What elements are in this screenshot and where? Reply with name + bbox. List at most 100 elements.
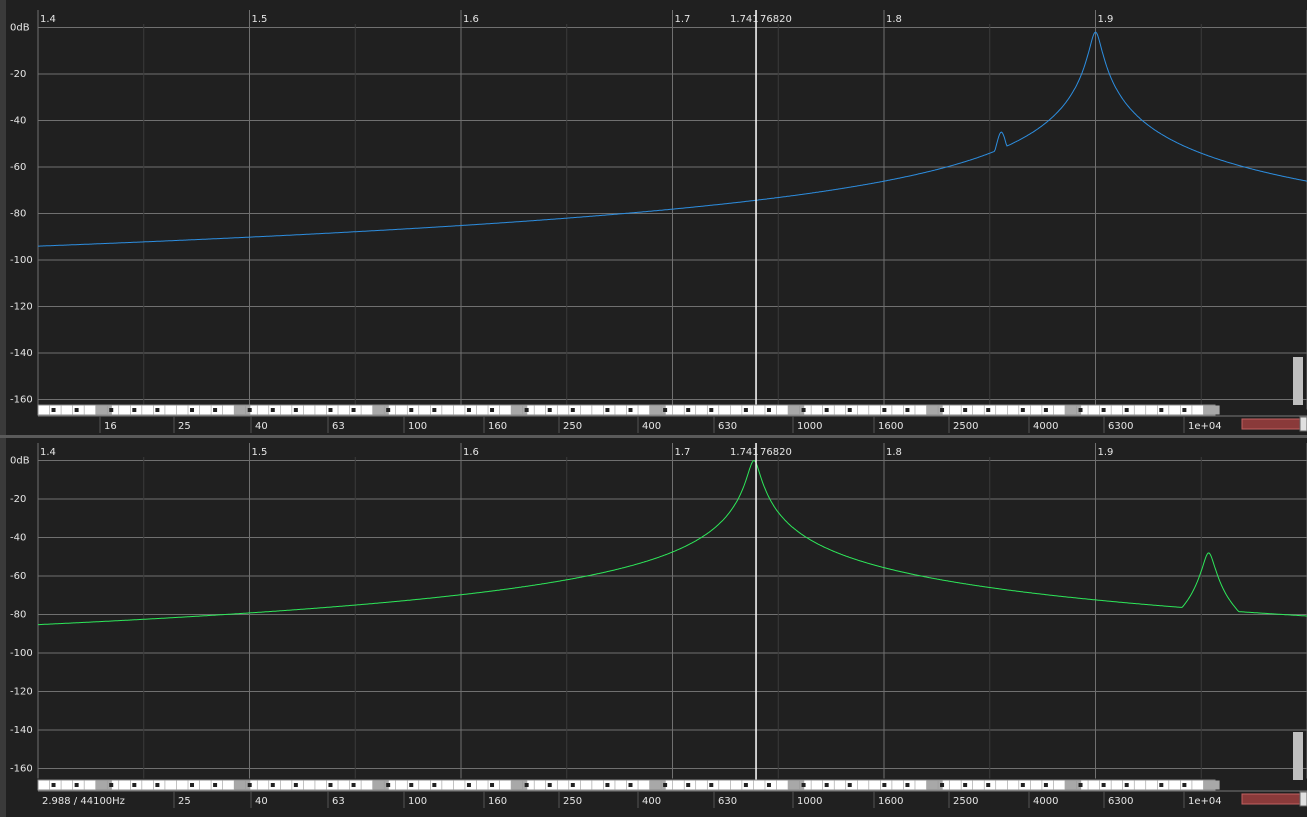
black-key [801, 783, 806, 787]
freq-label: 2500 [953, 796, 978, 807]
black-key [824, 408, 829, 412]
black-key [570, 783, 575, 787]
freq-label: 1600 [878, 796, 903, 807]
octave-marker [1203, 405, 1220, 415]
black-key [293, 408, 298, 412]
black-key [213, 783, 218, 787]
black-key [605, 408, 610, 412]
cursor-label: 1.741 [730, 14, 759, 25]
freq-label: 160 [488, 421, 507, 432]
black-key [686, 408, 691, 412]
black-key [1101, 783, 1106, 787]
x-tick-label: 1.7 [675, 447, 691, 458]
black-key [570, 408, 575, 412]
y-tick-label: -40 [10, 116, 26, 127]
freq-label: 25 [178, 421, 191, 432]
y-tick-label: -120 [10, 302, 33, 313]
black-key [270, 408, 275, 412]
y-tick-label: -140 [10, 725, 33, 736]
freq-label: 400 [642, 421, 661, 432]
level-meter [1293, 732, 1303, 780]
black-key [743, 408, 748, 412]
freq-label: 1000 [797, 421, 822, 432]
black-key [940, 783, 945, 787]
black-key [155, 783, 160, 787]
freq-label: 2500 [953, 421, 978, 432]
black-key [409, 783, 414, 787]
black-key [524, 783, 529, 787]
freq-label: 6300 [1108, 421, 1133, 432]
top-spectrum-pane[interactable]: 0dB -20 -40 -60 -80 -100 -120 -140 -160 1.4 1.5 1.6… [0, 0, 1307, 436]
black-key [432, 783, 437, 787]
freq-label: 250 [563, 796, 582, 807]
black-key [986, 783, 991, 787]
freq-label: 40 [255, 796, 268, 807]
black-key [1101, 408, 1106, 412]
freq-label: 630 [718, 796, 737, 807]
black-key [847, 783, 852, 787]
bottom-spectrum-chart[interactable]: 0dB -20 -40 -60 -80 -100 -120 -140 -160 1.4 1.5 1.6… [0, 438, 1307, 817]
black-key [905, 783, 910, 787]
freq-label: 250 [563, 421, 582, 432]
y-tick-label: -120 [10, 687, 33, 698]
x-tick-label: 1.8 [886, 447, 902, 458]
freq-label: 4000 [1033, 421, 1058, 432]
octave-marker [1203, 780, 1220, 790]
black-key [824, 783, 829, 787]
freq-label: 630 [718, 421, 737, 432]
black-key [1159, 783, 1164, 787]
freq-label: 4000 [1033, 796, 1058, 807]
freq-label: 100 [408, 796, 427, 807]
black-key [293, 783, 298, 787]
y-tick-label: 0dB [10, 456, 30, 467]
black-key [247, 408, 252, 412]
black-key [132, 408, 137, 412]
black-key [155, 408, 160, 412]
black-key [1182, 408, 1187, 412]
black-key [270, 783, 275, 787]
black-key [190, 783, 195, 787]
y-tick-label: -100 [10, 648, 33, 659]
black-key [190, 408, 195, 412]
level-indicator [1241, 418, 1301, 430]
black-key [1078, 408, 1083, 412]
black-key [1078, 783, 1083, 787]
black-key [490, 408, 495, 412]
y-tick-label: -140 [10, 348, 33, 359]
black-key [628, 408, 633, 412]
freq-label: 1e+04 [1188, 421, 1222, 432]
black-key [466, 783, 471, 787]
black-key [709, 783, 714, 787]
x-tick-label: 1.9 [1098, 447, 1114, 458]
black-key [51, 408, 56, 412]
black-key [524, 408, 529, 412]
black-key [628, 783, 633, 787]
scroll-handle [1299, 791, 1307, 807]
black-key [801, 408, 806, 412]
black-key [247, 783, 252, 787]
cursor-label: 1.741 [730, 447, 759, 458]
black-key [1043, 408, 1048, 412]
black-key [351, 783, 356, 787]
black-key [1020, 783, 1025, 787]
y-tick-label: -80 [10, 209, 26, 220]
x-tick-label: 1.7 [675, 14, 691, 25]
freq-label: 160 [488, 796, 507, 807]
bottom-spectrum-pane[interactable]: 0dB -20 -40 -60 -80 -100 -120 -140 -160 1.4 1.5 1.6… [0, 438, 1307, 817]
top-spectrum-chart[interactable]: 0dB -20 -40 -60 -80 -100 -120 -140 -160 1.4 1.5 1.6… [0, 0, 1307, 436]
black-key [328, 783, 333, 787]
black-key [686, 783, 691, 787]
black-key [1124, 408, 1129, 412]
black-key [905, 408, 910, 412]
black-key [409, 408, 414, 412]
x-tick-label: 1.6 [463, 14, 479, 25]
y-tick-label: 0dB [10, 23, 30, 34]
level-meter [1293, 357, 1303, 405]
black-key [743, 783, 748, 787]
freq-label: 1e+04 [1188, 796, 1222, 807]
cursor-value-label: 76820 [760, 447, 792, 458]
x-tick-label: 1.9 [1098, 14, 1114, 25]
black-key [74, 783, 79, 787]
black-key [547, 408, 552, 412]
x-tick-label: 1.4 [40, 14, 56, 25]
